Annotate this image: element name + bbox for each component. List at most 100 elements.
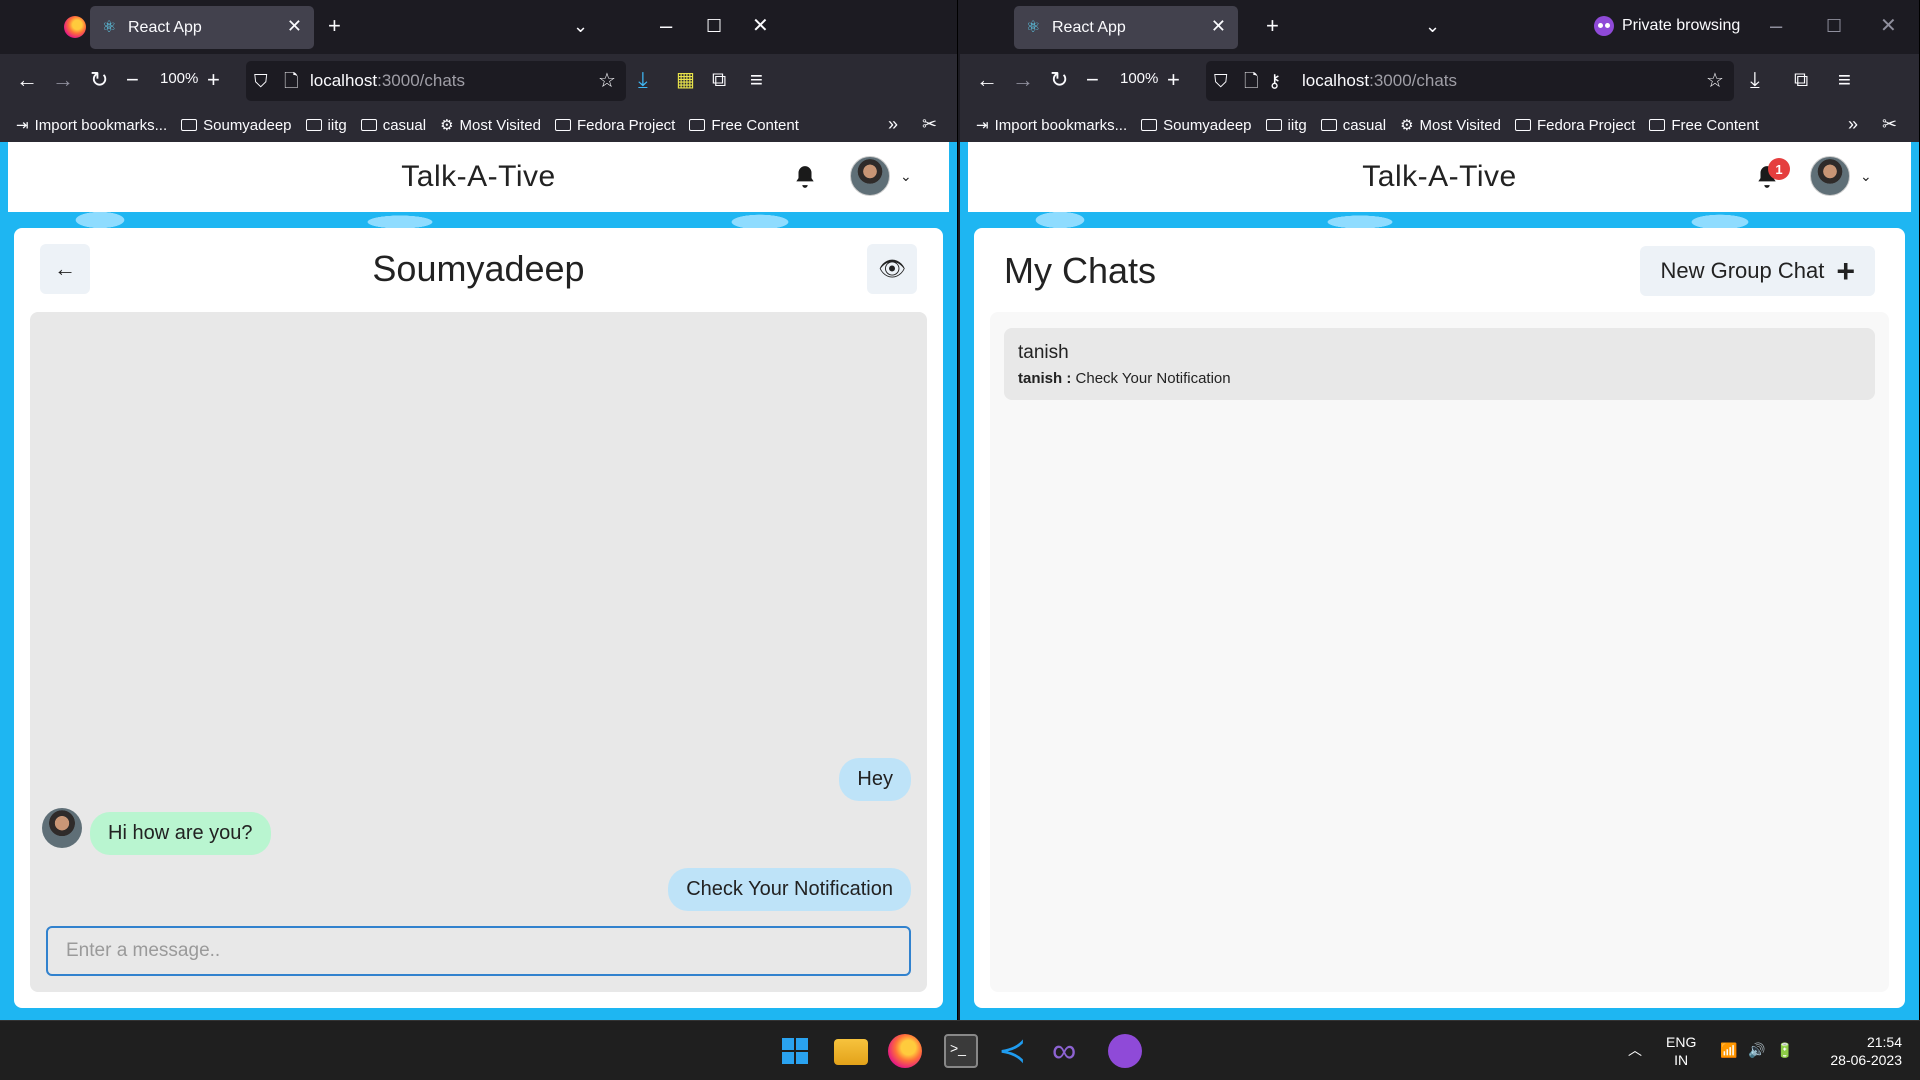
app-title: Talk-A-Tive xyxy=(401,160,556,193)
screenshot-icon[interactable]: ✂ xyxy=(922,114,937,135)
bookmark-folder[interactable]: iitg xyxy=(305,117,347,134)
zoom-out-icon[interactable]: − xyxy=(126,68,139,92)
bookmark-folder[interactable]: iitg xyxy=(1265,117,1307,134)
clock[interactable]: 21:54 28-06-2023 xyxy=(1818,1033,1902,1069)
windows-logo-icon xyxy=(782,1038,794,1050)
chat-list: tanish tanish : Check Your Notification xyxy=(990,312,1889,992)
private-browsing-indicator: Private browsing xyxy=(1594,16,1740,36)
bookmark-folder[interactable]: Soumyadeep xyxy=(181,117,292,134)
list-tabs-icon[interactable]: ⌄ xyxy=(573,14,588,38)
screenshot-icon[interactable]: ✂ xyxy=(1882,114,1897,135)
view-profile-button[interactable]: 👁 xyxy=(867,244,917,294)
tab-title: React App xyxy=(128,18,202,36)
minimize-icon[interactable]: – xyxy=(1770,14,1782,38)
gear-icon: ⚙ xyxy=(1400,117,1414,134)
zoom-level[interactable]: 100% xyxy=(1120,70,1158,87)
list-tabs-icon[interactable]: ⌄ xyxy=(1425,14,1440,38)
vscode-icon[interactable]: ≺ xyxy=(998,1034,1032,1068)
bookmark-most-visited[interactable]: ⚙ Most Visited xyxy=(1400,116,1501,135)
notification-button[interactable]: 1 xyxy=(1754,158,1790,190)
bookmark-folder[interactable]: casual xyxy=(360,117,426,134)
show-hidden-icons[interactable]: ︿ xyxy=(1628,1041,1642,1059)
bookmark-import[interactable]: ⇥ Import bookmarks... xyxy=(976,116,1127,135)
forward-icon[interactable]: → xyxy=(52,68,74,92)
reload-icon[interactable]: ↻ xyxy=(90,68,108,92)
forward-icon[interactable]: → xyxy=(1012,68,1034,92)
downloads-icon[interactable]: ⤓ xyxy=(638,68,648,92)
page-icon[interactable]: 🗋 xyxy=(284,69,298,93)
bookmark-folder[interactable]: Fedora Project xyxy=(554,117,675,134)
react-icon: ⚛ xyxy=(1026,18,1041,36)
maximize-icon[interactable]: ☐ xyxy=(1826,14,1842,38)
close-window-icon[interactable]: ✕ xyxy=(752,14,769,38)
new-tab-icon[interactable]: + xyxy=(328,14,341,38)
url-bar[interactable]: ⛉ 🗋 localhost:3000/chats ☆ xyxy=(246,61,626,101)
firefox-taskbar-icon[interactable] xyxy=(888,1034,922,1068)
messages-area: Hey Hi how are you? Check Your Notificat… xyxy=(30,312,927,992)
bookmark-folder[interactable]: Free Content xyxy=(689,117,799,134)
new-group-chat-button[interactable]: New Group Chat + xyxy=(1640,246,1875,296)
bell-icon[interactable] xyxy=(792,164,818,190)
url-text[interactable]: localhost:3000/chats xyxy=(1302,71,1457,91)
bookmark-most-visited[interactable]: ⚙ Most Visited xyxy=(440,116,541,135)
extensions-icon[interactable]: ⧉ xyxy=(1794,68,1808,92)
more-bookmarks-icon[interactable]: » xyxy=(888,114,898,135)
back-button[interactable]: ← xyxy=(40,244,90,294)
single-chat-panel: ← Soumyadeep 👁 Hey Hi how are you? Check… xyxy=(14,228,943,1008)
wifi-icon[interactable]: 📶 xyxy=(1720,1041,1737,1059)
bookmark-folder[interactable]: Fedora Project xyxy=(1514,117,1635,134)
chat-list-item[interactable]: tanish tanish : Check Your Notification xyxy=(1004,328,1875,400)
bookmark-folder[interactable]: Soumyadeep xyxy=(1141,117,1252,134)
menu-icon[interactable]: ≡ xyxy=(1838,68,1851,92)
firefox-private-icon[interactable] xyxy=(1108,1034,1142,1068)
file-explorer-icon[interactable] xyxy=(834,1039,868,1065)
url-text[interactable]: localhost:3000/chats xyxy=(310,71,465,91)
sender-avatar xyxy=(42,808,82,848)
start-button[interactable] xyxy=(778,1034,812,1068)
extensions-icon[interactable]: ⧉ xyxy=(712,68,726,92)
import-icon: ⇥ xyxy=(976,117,989,134)
visual-studio-icon[interactable]: ∞ xyxy=(1052,1034,1086,1068)
chevron-down-icon: ⌄ xyxy=(900,167,912,184)
back-icon[interactable]: ← xyxy=(16,68,38,92)
folder-icon xyxy=(1265,119,1282,131)
zoom-out-icon[interactable]: − xyxy=(1086,68,1099,92)
bookmark-folder[interactable]: Free Content xyxy=(1649,117,1759,134)
chat-name: Soumyadeep xyxy=(372,248,585,289)
close-tab-icon[interactable]: ✕ xyxy=(1211,16,1226,37)
profile-menu[interactable]: ⌄ xyxy=(850,156,912,196)
downloads-icon[interactable]: ⤓ xyxy=(1750,68,1760,92)
zoom-level[interactable]: 100% xyxy=(160,70,198,87)
maximize-icon[interactable]: ☐ xyxy=(706,14,722,38)
new-tab-icon[interactable]: + xyxy=(1266,14,1279,38)
page-icon[interactable]: 🗋 xyxy=(1244,69,1258,93)
zoom-in-icon[interactable]: + xyxy=(1167,68,1180,92)
extension-grid-icon[interactable]: ▦ xyxy=(676,68,695,92)
close-tab-icon[interactable]: ✕ xyxy=(287,16,302,37)
url-bar[interactable]: ⛉ 🗋 ⚷ localhost:3000/chats ☆ xyxy=(1206,61,1734,101)
close-window-icon[interactable]: ✕ xyxy=(1880,14,1897,38)
menu-icon[interactable]: ≡ xyxy=(750,68,763,92)
star-icon[interactable]: ☆ xyxy=(1706,69,1724,93)
tab-react-app[interactable]: ⚛ React App ✕ xyxy=(90,6,314,49)
bookmark-folder[interactable]: casual xyxy=(1320,117,1386,134)
shield-icon[interactable]: ⛉ xyxy=(1214,69,1228,93)
more-bookmarks-icon[interactable]: » xyxy=(1848,114,1858,135)
star-icon[interactable]: ☆ xyxy=(598,69,616,93)
volume-icon[interactable]: 🔊 xyxy=(1748,1041,1765,1059)
zoom-in-icon[interactable]: + xyxy=(207,68,220,92)
shield-icon[interactable]: ⛉ xyxy=(254,69,268,93)
firefox-icon[interactable] xyxy=(64,16,86,38)
message-input[interactable] xyxy=(46,926,911,976)
tab-react-app[interactable]: ⚛ React App ✕ xyxy=(1014,6,1238,49)
battery-icon[interactable]: 🔋 xyxy=(1776,1041,1793,1059)
minimize-icon[interactable]: – xyxy=(660,14,672,38)
profile-menu[interactable]: ⌄ xyxy=(1810,156,1872,196)
back-icon[interactable]: ← xyxy=(976,68,998,92)
key-icon[interactable]: ⚷ xyxy=(1268,69,1281,93)
my-chats-panel: My Chats New Group Chat + tanish tanish … xyxy=(974,228,1905,1008)
language-indicator[interactable]: ENG IN xyxy=(1666,1033,1696,1069)
bookmark-import[interactable]: ⇥ Import bookmarks... xyxy=(16,116,167,135)
reload-icon[interactable]: ↻ xyxy=(1050,68,1068,92)
terminal-icon[interactable]: >_ xyxy=(944,1034,978,1068)
